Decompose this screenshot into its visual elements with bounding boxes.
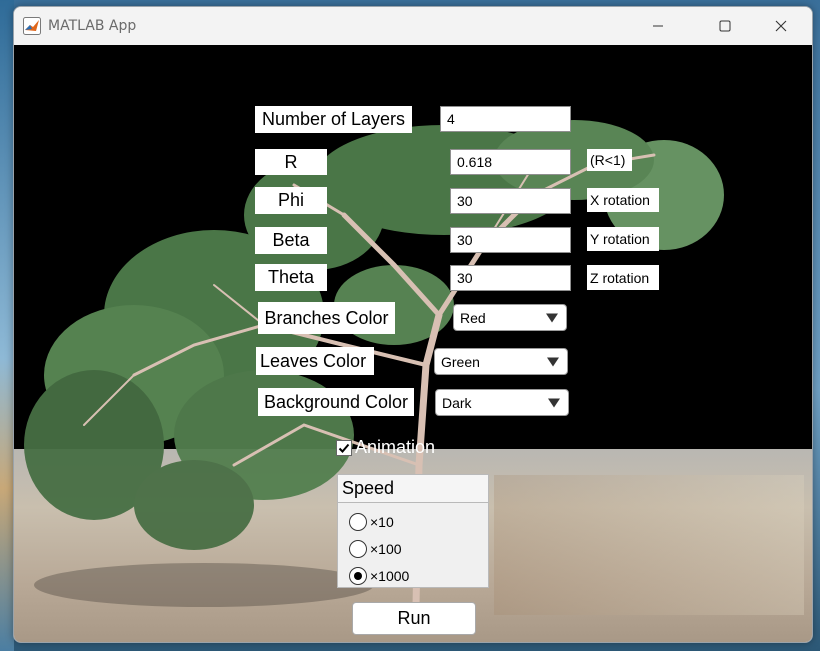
- run-button[interactable]: Run: [352, 602, 476, 635]
- branches-color-label: Branches Color: [258, 302, 395, 334]
- tree-shadow: [34, 563, 374, 607]
- minimize-button[interactable]: [635, 7, 681, 45]
- window-title: MATLAB App: [48, 18, 137, 34]
- theta-field[interactable]: [450, 265, 571, 291]
- beta-hint: Y rotation: [587, 227, 659, 251]
- chevron-down-icon: [546, 313, 558, 322]
- maximize-button[interactable]: [702, 7, 748, 45]
- leaves-color-label: Leaves Color: [256, 347, 374, 375]
- beta-label: Beta: [255, 227, 327, 254]
- phi-hint: X rotation: [587, 188, 659, 212]
- desktop-background: [0, 0, 14, 651]
- minimize-icon: [653, 25, 663, 27]
- background-color-value: Dark: [442, 394, 472, 411]
- chevron-down-icon: [548, 398, 560, 407]
- speed-option-x100[interactable]: ×100: [349, 540, 402, 558]
- check-icon: [338, 443, 350, 453]
- background-color-label: Background Color: [258, 388, 414, 416]
- r-label: R: [255, 149, 327, 175]
- branches-color-dropdown[interactable]: Red: [453, 304, 567, 331]
- speed-option-label: ×10: [370, 514, 394, 530]
- speed-option-label: ×1000: [370, 568, 410, 584]
- app-canvas: Number of Layers R (R<1) Phi X rotation …: [14, 45, 812, 642]
- leaves-color-dropdown[interactable]: Green: [434, 348, 568, 375]
- close-button[interactable]: [758, 7, 804, 45]
- theta-hint: Z rotation: [587, 265, 659, 290]
- matlab-icon: [23, 17, 41, 35]
- speed-option-x1000[interactable]: ×1000: [349, 567, 409, 585]
- speed-button-group: Speed ×10 ×100 ×1000: [337, 474, 489, 588]
- checkbox-box[interactable]: [336, 439, 352, 456]
- background-color-dropdown[interactable]: Dark: [435, 389, 569, 416]
- chevron-down-icon: [547, 357, 559, 366]
- theta-label: Theta: [255, 264, 327, 291]
- layers-label: Number of Layers: [255, 106, 412, 133]
- maximize-icon: [719, 20, 731, 32]
- r-field[interactable]: [450, 149, 571, 175]
- speed-option-x10[interactable]: ×10: [349, 513, 394, 531]
- phi-label: Phi: [255, 187, 327, 214]
- animation-checkbox[interactable]: Animation: [336, 437, 435, 458]
- speed-option-label: ×100: [370, 541, 402, 557]
- beta-field[interactable]: [450, 227, 571, 253]
- close-icon: [775, 20, 787, 32]
- title-bar: MATLAB App: [14, 7, 812, 45]
- phi-field[interactable]: [450, 188, 571, 214]
- animation-label: Animation: [355, 437, 436, 457]
- app-window: MATLAB App Number of Layers 4 R 0.618 (R…: [13, 6, 813, 643]
- branches-color-value: Red: [460, 309, 486, 326]
- layers-field[interactable]: [440, 106, 571, 132]
- radio-button[interactable]: [349, 513, 367, 531]
- speed-title: Speed: [338, 475, 488, 503]
- radio-button[interactable]: [349, 540, 367, 558]
- r-hint: (R<1): [587, 149, 632, 171]
- leaves-color-value: Green: [441, 353, 480, 370]
- radio-button-selected[interactable]: [349, 567, 367, 585]
